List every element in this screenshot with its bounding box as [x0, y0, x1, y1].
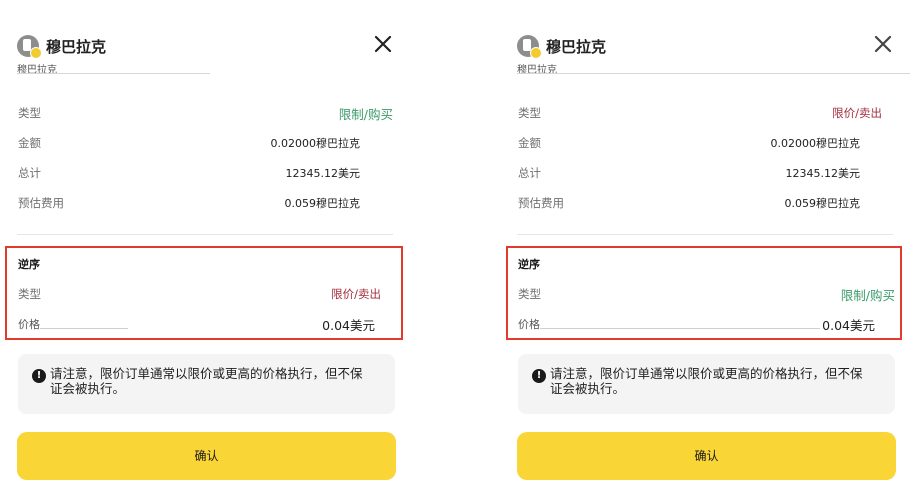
total-value: 12345.12美元	[285, 167, 361, 180]
warning-icon: !	[32, 369, 46, 383]
fee-label: 预估费用	[18, 196, 64, 210]
amount-value: 0.02000穆巴拉克	[770, 137, 861, 150]
fee-label: 预估费用	[518, 196, 564, 210]
notice-line-1: 请注意，限价订单通常以限价或更高的价格执行，但不保	[50, 366, 363, 381]
notice-line-2: 证会被执行。	[50, 381, 126, 396]
divider	[17, 234, 393, 235]
fee-value: 0.059穆巴拉克	[284, 197, 361, 210]
reverse-type-value: 限制/购买	[840, 288, 895, 303]
coin-icon	[517, 35, 542, 59]
coin-icon	[17, 35, 42, 59]
close-button[interactable]	[871, 32, 895, 56]
amount-label: 金额	[18, 136, 41, 150]
notice-line-2: 证会被执行。	[550, 381, 626, 396]
warning-icon: !	[532, 369, 546, 383]
reverse-order-title: 逆序	[18, 258, 40, 271]
confirm-button[interactable]: 确认	[517, 432, 896, 480]
type-value: 限价/卖出	[832, 106, 882, 120]
notice-box: ! 请注意，限价订单通常以限价或更高的价格执行，但不保 证会被执行。	[18, 354, 395, 414]
total-label: 总计	[518, 166, 541, 180]
reverse-type-value: 限价/卖出	[331, 287, 381, 301]
confirm-button[interactable]: 确认	[17, 432, 396, 480]
total-label: 总计	[18, 166, 41, 180]
amount-label: 金额	[518, 136, 541, 150]
price-underline	[540, 328, 820, 329]
reverse-price-value: 0.04美元	[322, 318, 375, 333]
type-label: 类型	[18, 106, 41, 120]
type-value: 限制/购买	[338, 107, 393, 122]
reverse-type-label: 类型	[518, 287, 541, 301]
notice-line-1: 请注意，限价订单通常以限价或更高的价格执行，但不保	[550, 366, 863, 381]
reverse-price-value: 0.04美元	[822, 318, 875, 333]
order-confirm-panel-right: 穆巴拉克 穆巴拉克 类型 限价/卖出 金额 0.02000穆巴拉克 总计 123…	[500, 0, 910, 499]
close-button[interactable]	[371, 32, 395, 56]
notice-box: ! 请注意，限价订单通常以限价或更高的价格执行，但不保 证会被执行。	[518, 354, 895, 414]
reverse-type-label: 类型	[18, 287, 41, 301]
subtitle-underline	[517, 73, 910, 74]
order-confirm-panel-left: 穆巴拉克 穆巴拉克 类型 限制/购买 金额 0.02000穆巴拉克 总计 123…	[0, 0, 403, 499]
asset-name: 穆巴拉克	[546, 38, 607, 56]
divider	[517, 234, 893, 235]
reverse-price-label: 价格	[18, 318, 40, 331]
total-value: 12345.12美元	[785, 167, 861, 180]
reverse-order-title: 逆序	[518, 258, 540, 271]
price-underline	[40, 328, 128, 329]
reverse-price-label: 价格	[518, 318, 540, 331]
subtitle-underline	[17, 73, 210, 74]
asset-name: 穆巴拉克	[46, 38, 107, 56]
type-label: 类型	[518, 106, 541, 120]
close-icon	[874, 35, 892, 53]
amount-value: 0.02000穆巴拉克	[270, 137, 361, 150]
fee-value: 0.059穆巴拉克	[784, 197, 861, 210]
close-icon	[374, 35, 392, 53]
notice-text: 请注意，限价订单通常以限价或更高的价格执行，但不保 证会被执行。	[550, 366, 880, 396]
notice-text: 请注意，限价订单通常以限价或更高的价格执行，但不保 证会被执行。	[50, 366, 380, 396]
